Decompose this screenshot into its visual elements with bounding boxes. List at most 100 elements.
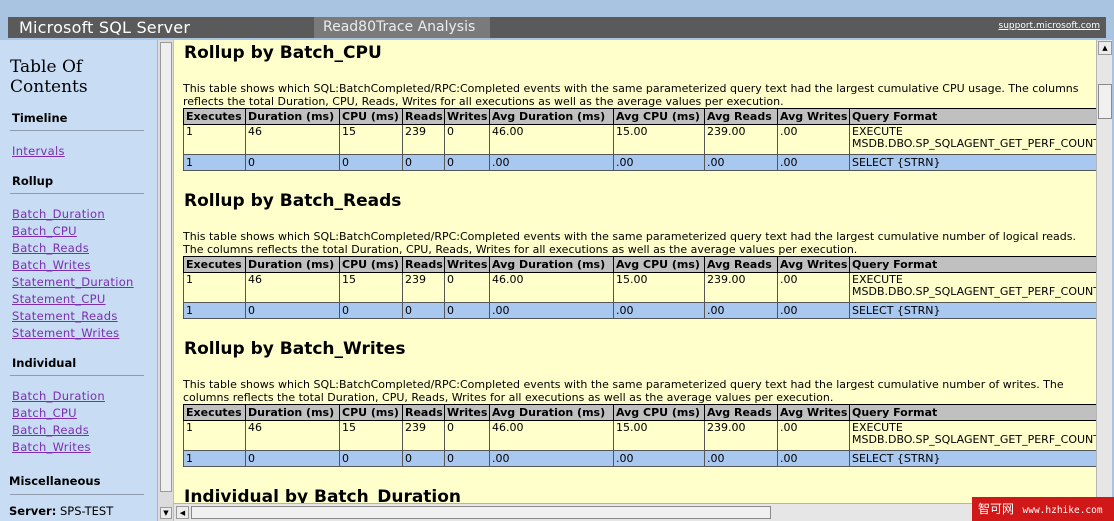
table-cell: 46 [245, 420, 340, 451]
nav-section-rollup: Rollup [12, 174, 54, 188]
app-title: Microsoft SQL Server [19, 18, 191, 37]
table-row: 1 0 0 0 0 .00 .00 .00 .00 SELECT {STRN} [183, 154, 1096, 171]
nav-link-rollup-batch-duration[interactable]: Batch_Duration [12, 207, 105, 221]
results-table: Executes Duration (ms) CPU (ms) Reads Wr… [183, 404, 1096, 467]
content-scrollbar-thumb[interactable] [1098, 84, 1112, 119]
nav-section-miscellaneous: Miscellaneous [9, 474, 101, 488]
server-label: Server: [9, 504, 57, 518]
table-cell: 0 [402, 154, 445, 171]
nav-scrollbar-thumb[interactable] [160, 42, 172, 492]
table-cell: 46 [245, 124, 340, 155]
title-bar: Microsoft SQL Server Read80Trace Analysi… [8, 17, 1106, 38]
table-cell: 0 [444, 154, 490, 171]
divider [10, 130, 144, 131]
section-title: Rollup by Batch_Reads [184, 191, 402, 211]
column-header: Writes [444, 256, 490, 273]
query-format-cell: EXECUTE MSDB.DBO.SP_SQLAGENT_GET_PERF_CO… [849, 124, 1096, 155]
table-cell: .00 [777, 272, 850, 303]
table-cell: .00 [704, 154, 778, 171]
scroll-down-arrow-icon[interactable]: ▼ [160, 507, 172, 519]
table-cell: .00 [489, 154, 614, 171]
nav-link-rollup-batch-reads[interactable]: Batch_Reads [12, 241, 89, 255]
column-header: Reads [402, 108, 445, 125]
table-cell: .00 [489, 302, 614, 319]
content-horizontal-scrollbar[interactable]: ◀ [174, 503, 1096, 521]
column-header: Avg Reads [704, 256, 778, 273]
table-header-row: Executes Duration (ms) CPU (ms) Reads Wr… [183, 404, 1096, 421]
column-header: Reads [402, 256, 445, 273]
table-cell: 0 [402, 302, 445, 319]
nav-link-individual-batch-reads[interactable]: Batch_Reads [12, 423, 89, 437]
watermark-brand: 智可网 [978, 502, 1015, 516]
table-cell: 1 [183, 272, 246, 303]
table-cell: 0 [245, 450, 340, 467]
nav-link-individual-batch-duration[interactable]: Batch_Duration [12, 389, 105, 403]
table-cell: 15.00 [613, 420, 705, 451]
column-header: Query Format [849, 108, 1096, 125]
table-row: 1 46 15 239 0 46.00 15.00 239.00 .00 EXE… [183, 420, 1096, 451]
scroll-left-arrow-icon[interactable]: ◀ [176, 506, 189, 519]
table-header-row: Executes Duration (ms) CPU (ms) Reads Wr… [183, 108, 1096, 125]
nav-link-individual-batch-writes[interactable]: Batch_Writes [12, 440, 91, 454]
nav-scrollbar[interactable]: ▼ [157, 40, 173, 521]
table-cell: 239 [402, 420, 445, 451]
table-cell: 1 [183, 124, 246, 155]
support-link[interactable]: support.microsoft.com [999, 21, 1100, 31]
section-description: This table shows which SQL:BatchComplete… [183, 378, 1064, 404]
app-header: Microsoft SQL Server Read80Trace Analysi… [0, 0, 1114, 40]
table-cell: 15 [339, 420, 403, 451]
nav-link-rollup-statement-cpu[interactable]: Statement_CPU [12, 292, 106, 306]
nav-link-rollup-batch-cpu[interactable]: Batch_CPU [12, 224, 77, 238]
divider [10, 494, 144, 495]
nav-link-rollup-batch-writes[interactable]: Batch_Writes [12, 258, 91, 272]
query-format-cell: EXECUTE MSDB.DBO.SP_SQLAGENT_GET_PERF_CO… [849, 272, 1096, 303]
table-cell: 239.00 [704, 124, 778, 155]
query-format-cell: SELECT {STRN} [849, 302, 1096, 319]
results-table: Executes Duration (ms) CPU (ms) Reads Wr… [183, 108, 1096, 171]
toc-title: Table Of Contents [10, 57, 88, 97]
column-header: Avg Duration (ms) [489, 404, 614, 421]
main-content: Rollup by Batch_CPU This table shows whi… [174, 40, 1096, 503]
table-cell: 1 [183, 450, 246, 467]
nav-link-rollup-statement-duration[interactable]: Statement_Duration [12, 275, 134, 289]
scroll-up-arrow-icon[interactable]: ▲ [1098, 41, 1112, 55]
table-cell: .00 [613, 154, 705, 171]
table-cell: .00 [777, 450, 850, 467]
table-cell: 0 [444, 450, 490, 467]
table-cell: 1 [183, 302, 246, 319]
table-cell: 15.00 [613, 272, 705, 303]
column-header: Avg Duration (ms) [489, 256, 614, 273]
table-cell: .00 [613, 302, 705, 319]
table-cell: .00 [489, 450, 614, 467]
column-header: CPU (ms) [339, 108, 403, 125]
table-cell: 239.00 [704, 420, 778, 451]
nav-link-individual-batch-cpu[interactable]: Batch_CPU [12, 406, 77, 420]
column-header: Duration (ms) [245, 108, 340, 125]
horizontal-scrollbar-thumb[interactable] [191, 506, 771, 519]
table-cell: 1 [183, 154, 246, 171]
column-header: CPU (ms) [339, 404, 403, 421]
section-title: Rollup by Batch_Writes [184, 339, 406, 359]
nav-link-intervals[interactable]: Intervals [12, 144, 65, 158]
nav-section-timeline: Timeline [12, 111, 68, 125]
table-cell: 46.00 [489, 124, 614, 155]
watermark-url: www.hzhike.com [1022, 505, 1103, 516]
column-header: Executes [183, 108, 246, 125]
table-row: 1 46 15 239 0 46.00 15.00 239.00 .00 EXE… [183, 272, 1096, 303]
table-cell: 46.00 [489, 420, 614, 451]
column-header: Executes [183, 404, 246, 421]
column-header: Duration (ms) [245, 404, 340, 421]
content-vertical-scrollbar[interactable]: ▲ [1096, 40, 1112, 503]
table-cell: .00 [777, 154, 850, 171]
table-cell: 0 [245, 302, 340, 319]
table-cell: 239 [402, 124, 445, 155]
nav-link-rollup-statement-reads[interactable]: Statement_Reads [12, 309, 118, 323]
column-header: CPU (ms) [339, 256, 403, 273]
table-cell: .00 [613, 450, 705, 467]
table-cell: 0 [444, 124, 490, 155]
nav-link-rollup-statement-writes[interactable]: Statement_Writes [12, 326, 119, 340]
section-title: Individual by Batch_Duration [184, 487, 462, 503]
table-cell: 239.00 [704, 272, 778, 303]
table-cell: 15.00 [613, 124, 705, 155]
table-cell: .00 [777, 420, 850, 451]
